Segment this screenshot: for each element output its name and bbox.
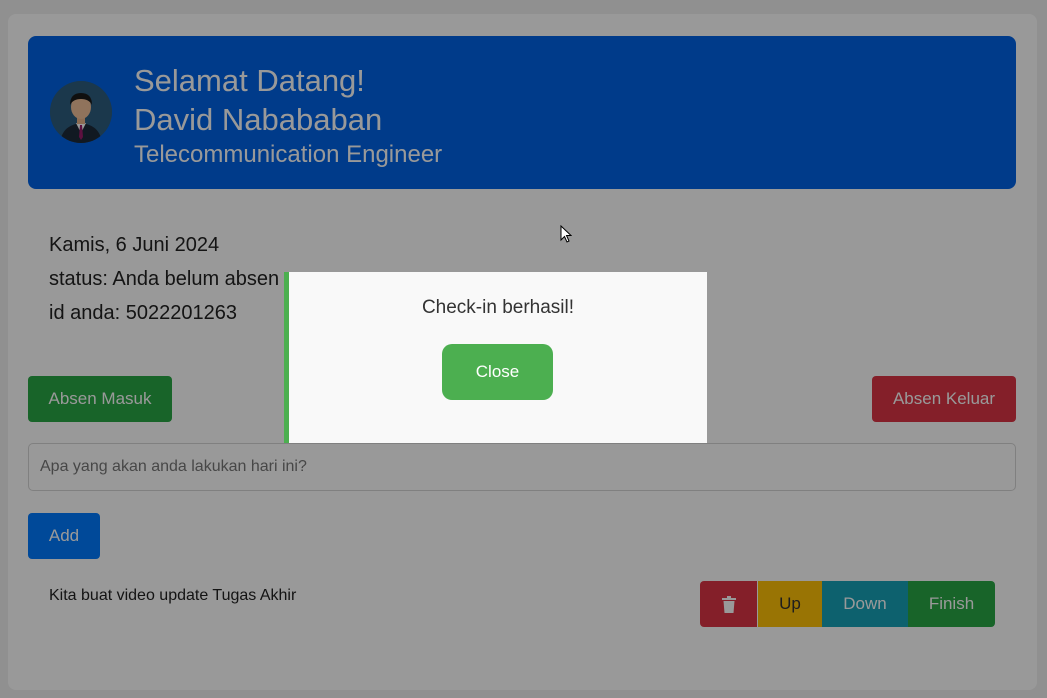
checkin-success-modal: Check-in berhasil! Close (284, 272, 707, 443)
modal-close-button[interactable]: Close (442, 344, 553, 400)
modal-message: Check-in berhasil! (421, 297, 575, 318)
mouse-cursor-icon (560, 225, 572, 243)
